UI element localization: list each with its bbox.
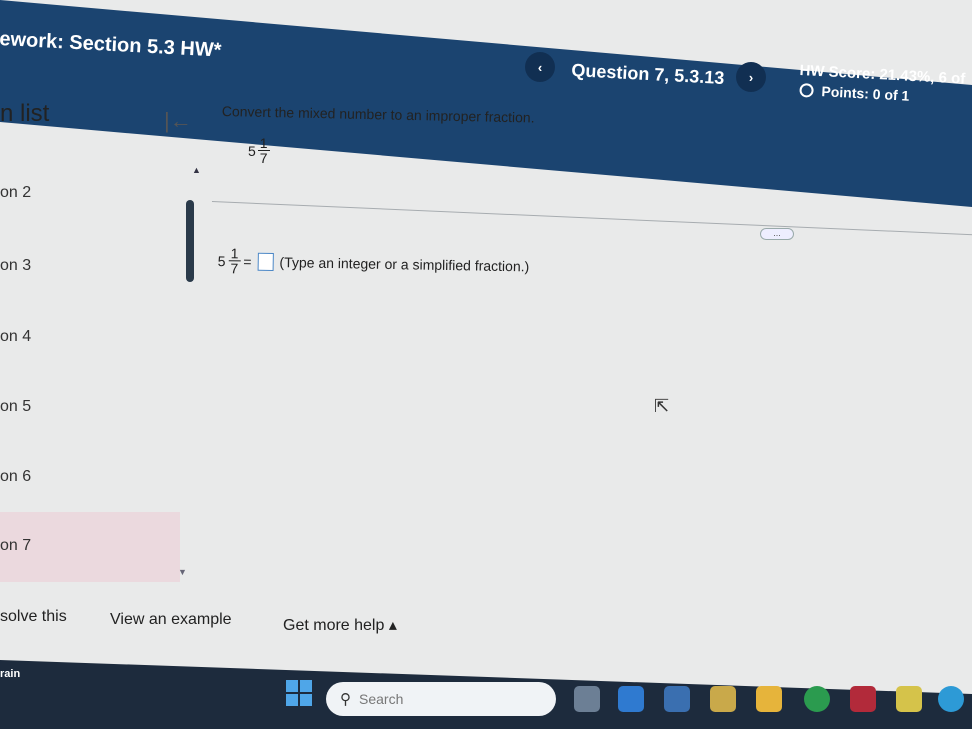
view-an-example-link[interactable]: View an example [110, 611, 232, 629]
answer-input[interactable] [257, 252, 274, 271]
question-list-sidebar: n list on 2 on 3 on 4 on 5 on 6 on 7 [0, 100, 180, 600]
circle-icon [799, 82, 814, 98]
sidebar-item-question-6[interactable]: on 6 [0, 468, 31, 486]
fraction-numerator: 1 [257, 135, 270, 151]
sidebar-item-question-3[interactable]: on 3 [0, 257, 31, 275]
answer-row: 5 1 7 = (Type an integer or a simplified… [217, 245, 530, 280]
search-icon: ⚲ [340, 691, 351, 708]
weather-label[interactable]: rain [0, 668, 20, 680]
mcafee-icon[interactable] [850, 686, 876, 712]
answer-mixed-whole: 5 [217, 252, 226, 269]
sidebar-item-question-5[interactable]: on 5 [0, 398, 31, 416]
more-options-button[interactable]: ... [760, 228, 794, 240]
taskbar-search[interactable]: ⚲ Search [326, 682, 556, 716]
chevron-right-icon: › [748, 69, 754, 85]
bottom-action-bar: solve this View an example Get more help… [0, 596, 972, 650]
scroll-down-icon[interactable]: ▼ [178, 567, 187, 577]
answer-hint: (Type an integer or a simplified fractio… [279, 253, 530, 274]
points-status: Points: 0 of 1 [799, 82, 910, 104]
mixed-number-whole: 5 [248, 142, 256, 159]
mixed-number-fraction: 1 7 [257, 135, 270, 166]
chevron-left-icon: ‹ [537, 59, 543, 75]
answer-fraction-denominator: 7 [230, 260, 239, 277]
teams-icon[interactable] [664, 686, 690, 712]
fraction-denominator: 7 [259, 150, 268, 166]
collapse-sidebar-icon[interactable]: |← [164, 108, 192, 134]
task-view-icon[interactable] [574, 686, 600, 712]
windows-start-icon[interactable] [286, 680, 312, 706]
section-divider [211, 201, 972, 236]
sidebar-item-question-4[interactable]: on 4 [0, 328, 31, 346]
answer-fraction-numerator: 1 [228, 245, 241, 262]
question-list-title: n list [0, 100, 50, 127]
copilot-icon[interactable] [618, 686, 644, 712]
help-me-solve-this-link[interactable]: solve this [0, 608, 67, 626]
sidebar-scrollbar[interactable] [186, 200, 194, 282]
answer-mixed-fraction: 1 7 [228, 245, 241, 277]
get-more-help-button[interactable]: Get more help ▴ [283, 615, 397, 635]
sidebar-item-question-2[interactable]: on 2 [0, 184, 31, 202]
points-text: Points: 0 of 1 [821, 83, 910, 104]
scroll-up-icon[interactable]: ▲ [192, 165, 201, 175]
calendar-icon[interactable] [896, 686, 922, 712]
sidebar-item-question-7[interactable]: on 7 [0, 512, 180, 582]
assignment-title: ework: Section 5.3 HW* [0, 28, 222, 62]
search-placeholder: Search [359, 691, 404, 707]
edge-browser-icon[interactable] [804, 686, 830, 712]
mixed-number: 5 1 7 [248, 136, 270, 165]
mouse-pointer-icon: ⇱ [654, 396, 670, 416]
question-title: Question 7, 5.3.13 [570, 60, 725, 88]
app-icon[interactable] [710, 686, 736, 712]
taskbar: rain ⚲ Search [0, 660, 972, 729]
file-explorer-icon[interactable] [756, 686, 782, 712]
chrome-icon[interactable] [938, 686, 964, 712]
previous-question-button[interactable]: ‹ [525, 52, 555, 82]
equals-sign: = [243, 252, 252, 270]
next-question-button[interactable]: › [736, 62, 766, 92]
